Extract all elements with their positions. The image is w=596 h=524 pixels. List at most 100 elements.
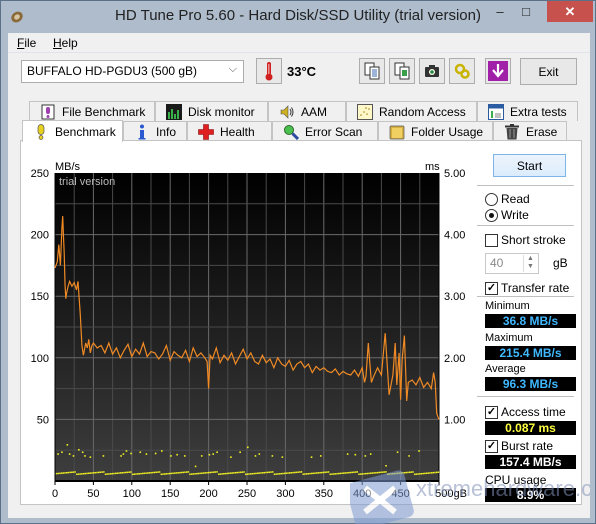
access-time-point [221,473,223,475]
access-time-point [327,471,330,473]
access-time-point [234,471,237,474]
access-time-point [106,473,108,475]
options-button[interactable] [449,58,475,84]
access-time-point [194,473,196,475]
access-time-point [258,472,261,474]
access-time-point [64,472,66,474]
access-time-point [185,471,188,473]
access-time-point [182,471,184,474]
tab-aam[interactable]: AAM [268,101,346,121]
access-time-point [116,472,119,474]
tab-file-benchmark[interactable]: File Benchmark [29,101,155,121]
y-left-tick-label: 200 [31,230,49,242]
transfer-rate-checkbox[interactable]: ✓ Transfer rate [485,281,569,295]
access-time-point [369,453,372,455]
start-button[interactable]: Start [493,154,566,177]
title-bar[interactable]: HD Tune Pro 5.60 - Hard Disk/SSD Utility… [1,1,595,33]
write-radio[interactable]: Write [485,208,529,222]
tab-folder-usage[interactable]: Folder Usage [378,121,493,141]
access-time-point [368,472,370,475]
access-time-point [346,453,349,455]
access-time-point [271,455,274,457]
access-time-point [217,473,220,475]
copy-text-button[interactable] [359,58,385,84]
access-time-point [91,472,93,474]
tab-random-access[interactable]: Random Access [346,101,477,121]
temperature-button[interactable] [256,58,282,84]
access-time-point [412,471,414,473]
access-time-point [408,471,411,474]
exit-button[interactable]: Exit [520,58,577,85]
tab-error-scan[interactable]: Error Scan [272,121,378,141]
access-time-point [243,471,245,473]
access-time-point [422,472,424,475]
burst-rate-checkbox[interactable]: ✓ Burst rate [485,439,553,453]
save-button[interactable] [485,58,511,84]
access-time-point [281,456,284,458]
access-time-point [273,473,276,476]
tab-benchmark[interactable]: Benchmark [22,120,123,142]
access-time-point [265,471,267,474]
access-time-point [388,473,391,475]
access-time-point [194,465,197,468]
access-time-point [253,472,255,475]
access-time-point [98,471,100,474]
short-stroke-checkbox[interactable]: Short stroke [485,233,566,247]
access-time-point [427,472,429,474]
x-tick-label: 100 [123,488,141,500]
access-time-point [432,471,435,474]
stepper-arrows-icon[interactable]: ▲ ▼ [523,255,537,272]
copy-screenshot-button[interactable] [389,58,415,84]
access-time-point [420,472,423,475]
y-right-tick-label: 1.00 [444,414,465,426]
menu-file[interactable]: File [17,36,36,50]
access-time-point [76,473,78,476]
drive-select[interactable]: BUFFALO HD-PGDU3 (500 gB) ⌵ [21,60,244,83]
access-time-point [152,471,154,474]
access-time-point [72,471,75,473]
access-time-point [353,471,355,473]
short-stroke-label: Short stroke [501,233,566,247]
access-time-point [295,471,298,474]
access-time-point [405,471,408,474]
access-time-point [74,471,76,473]
tab-extra-tests[interactable]: Extra tests [477,101,578,121]
access-time-point [236,471,239,474]
access-time-point [344,472,347,474]
close-button[interactable]: ✕ [547,1,593,22]
screenshot-button[interactable] [419,58,445,84]
access-time-point [331,473,333,475]
access-time-point [78,448,80,451]
access-time-checkbox[interactable]: ✓ Access time [485,405,566,419]
access-time-point [305,473,308,475]
access-time-point [288,472,291,474]
access-time-point [196,472,198,475]
tab-health[interactable]: Health [187,121,272,141]
short-stroke-size-stepper[interactable]: 40 ▲ ▼ [485,253,539,274]
access-time-point [319,471,321,474]
trial-version-label: trial version [59,176,115,188]
y-right-tick-label: 5.00 [444,168,465,180]
tab-disk-monitor[interactable]: Disk monitor [155,101,268,121]
access-time-point [343,472,345,474]
access-time-point [59,472,61,475]
access-time-point [125,450,128,452]
menu-help[interactable]: Help [53,36,78,50]
access-time-point [275,473,277,475]
app-window: HD Tune Pro 5.60 - Hard Disk/SSD Utility… [0,0,596,524]
access-time-point [351,471,353,474]
access-time-point [322,471,325,474]
access-time-point [66,444,69,446]
access-time-point [346,472,348,474]
minimize-button[interactable]: – [487,1,513,22]
access-time-point [202,472,205,474]
x-tick-label: 50 [87,488,99,500]
tab-erase[interactable]: Erase [493,121,567,141]
maximize-button[interactable]: □ [513,1,539,22]
access-time-point [400,472,402,474]
tab-info[interactable]: Info [123,121,187,141]
read-radio[interactable]: Read [485,192,530,206]
random-access-icon [357,103,373,120]
access-time-point [136,473,139,475]
access-time-point [245,473,247,476]
